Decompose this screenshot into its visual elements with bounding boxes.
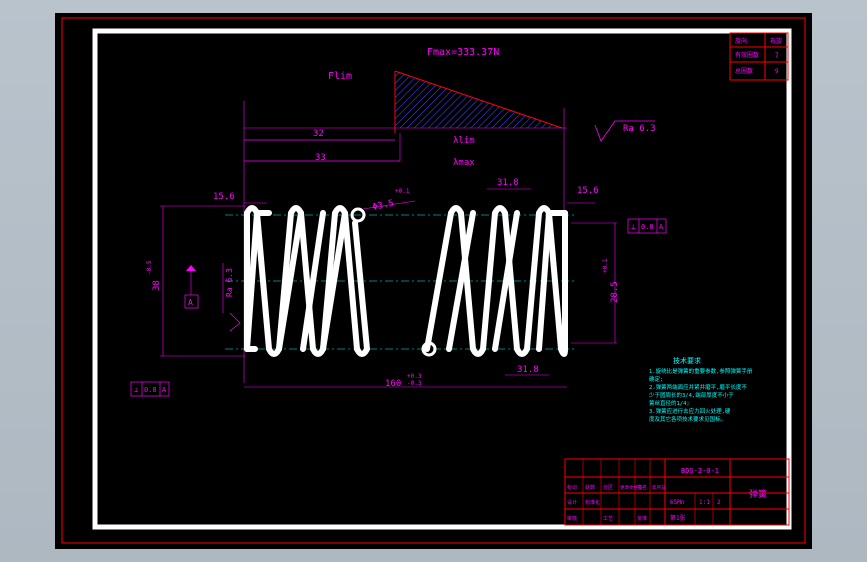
lambda-max-label: λmax <box>453 158 475 168</box>
note-line: 度及其它各项技术要求见国标。 <box>649 415 726 423</box>
cad-viewport[interactable]: 旋向 右旋 有效圈数 7 总圈数 9 Fmax=333.37N Flim 32 … <box>55 13 812 549</box>
left-pitch-dim: 15.6 <box>213 192 235 202</box>
note-line: 2.弹簧两端面应并紧并磨平,磨平长度不 <box>649 383 747 391</box>
corner-row-value: 右旋 <box>770 37 782 45</box>
svg-text:A: A <box>162 386 167 394</box>
svg-text:分区: 分区 <box>603 484 613 491</box>
corner-row-value: 7 <box>775 52 779 59</box>
svg-text:⊥: ⊥ <box>134 386 138 394</box>
outer-tol: -0.5 <box>146 260 153 275</box>
notes-title: 技术要求 <box>673 356 701 365</box>
corner-row-label: 旋向 <box>735 37 747 45</box>
corner-row-value: 9 <box>775 68 779 75</box>
svg-text:标准化: 标准化 <box>585 499 600 506</box>
svg-text:处数: 处数 <box>585 484 595 491</box>
svg-text:审核: 审核 <box>567 515 577 522</box>
note-line: 确定; <box>649 375 663 383</box>
surface-finish-top: Ra 6.3 <box>623 124 656 134</box>
drawing-canvas[interactable]: 旋向 右旋 有效圈数 7 总圈数 9 Fmax=333.37N Flim 32 … <box>55 13 812 549</box>
inner-diameter-dim: 28.5 <box>610 281 620 303</box>
svg-text:A: A <box>659 223 664 231</box>
flim-label: Flim <box>328 71 352 82</box>
outer-diameter-dim: 38 <box>152 280 162 291</box>
top-pitch-dim: 31.8 <box>497 178 519 188</box>
right-pitch-dim: 15.6 <box>577 186 599 196</box>
corner-row-label: 总圈数 <box>735 67 753 75</box>
bottom-pitch-dim: 31.8 <box>517 365 539 375</box>
material: 65Mn <box>670 499 685 506</box>
dim-top-1: 32 <box>313 129 324 139</box>
corner-row-label: 有效圈数 <box>735 51 759 59</box>
free-length-tol-up: +0.3 <box>407 373 422 380</box>
svg-text:设计: 设计 <box>567 499 577 506</box>
svg-text:0.8: 0.8 <box>641 223 654 231</box>
quantity: 2 <box>717 499 721 506</box>
note-line: 3.弹簧应进行去应力回火处理,硬 <box>649 407 731 415</box>
scale: 1:1 <box>699 499 710 506</box>
svg-text:年月日: 年月日 <box>652 484 666 491</box>
spring-drawing <box>244 205 568 357</box>
inner-tol: +0.1 <box>602 258 609 273</box>
svg-text:0.8: 0.8 <box>144 386 157 394</box>
surface-finish-symbol: Ra 6.3 <box>594 120 656 142</box>
lambda-lim-label: λlim <box>453 136 475 146</box>
svg-text:⊥: ⊥ <box>631 223 635 231</box>
fmax-label: Fmax=333.37N <box>427 47 499 58</box>
svg-text:工艺: 工艺 <box>603 516 613 522</box>
part-name: 弹簧 <box>749 488 767 500</box>
free-length-tol-low: -0.3 <box>407 380 422 387</box>
dim-top-2: 33 <box>315 153 326 163</box>
drawing-number: BDS-2-0-1 <box>681 467 719 475</box>
note-line: 少于圆周长的3/4,端部厚度不小于 <box>649 391 734 399</box>
tolerance-frame-left: ⊥ 0.8 A <box>130 381 170 397</box>
tolerance-frame-right: ⊥ 0.8 A <box>627 218 667 234</box>
svg-text:标记: 标记 <box>567 484 577 491</box>
corner-table: 旋向 右旋 有效圈数 7 总圈数 9 <box>729 32 789 81</box>
technical-notes: 技术要求 1.旋绕比是弹簧的重要参数,参照弹簧手册 确定; 2.弹簧两端面应并紧… <box>649 356 753 423</box>
note-line: 簧丝直径的1/4; <box>649 399 690 407</box>
svg-text:批准: 批准 <box>637 515 647 522</box>
sheet-number: 第1张 <box>670 514 686 522</box>
free-length-dim: 160 <box>385 379 401 389</box>
note-line: 1.旋绕比是弹簧的重要参数,参照弹簧手册 <box>649 367 753 375</box>
surface-finish-left: Ra 6.3 <box>225 268 234 297</box>
wire-diameter-dim: Φ3.5 <box>372 199 395 213</box>
datum-a-label: A <box>188 298 193 307</box>
svg-text:签名: 签名 <box>637 484 647 491</box>
wire-tol: +0.1 <box>395 188 410 195</box>
title-block: 标记 处数 分区 更改文件号 签名 年月日 设计 标准化 审核 工艺 批准 BD… <box>564 458 790 526</box>
